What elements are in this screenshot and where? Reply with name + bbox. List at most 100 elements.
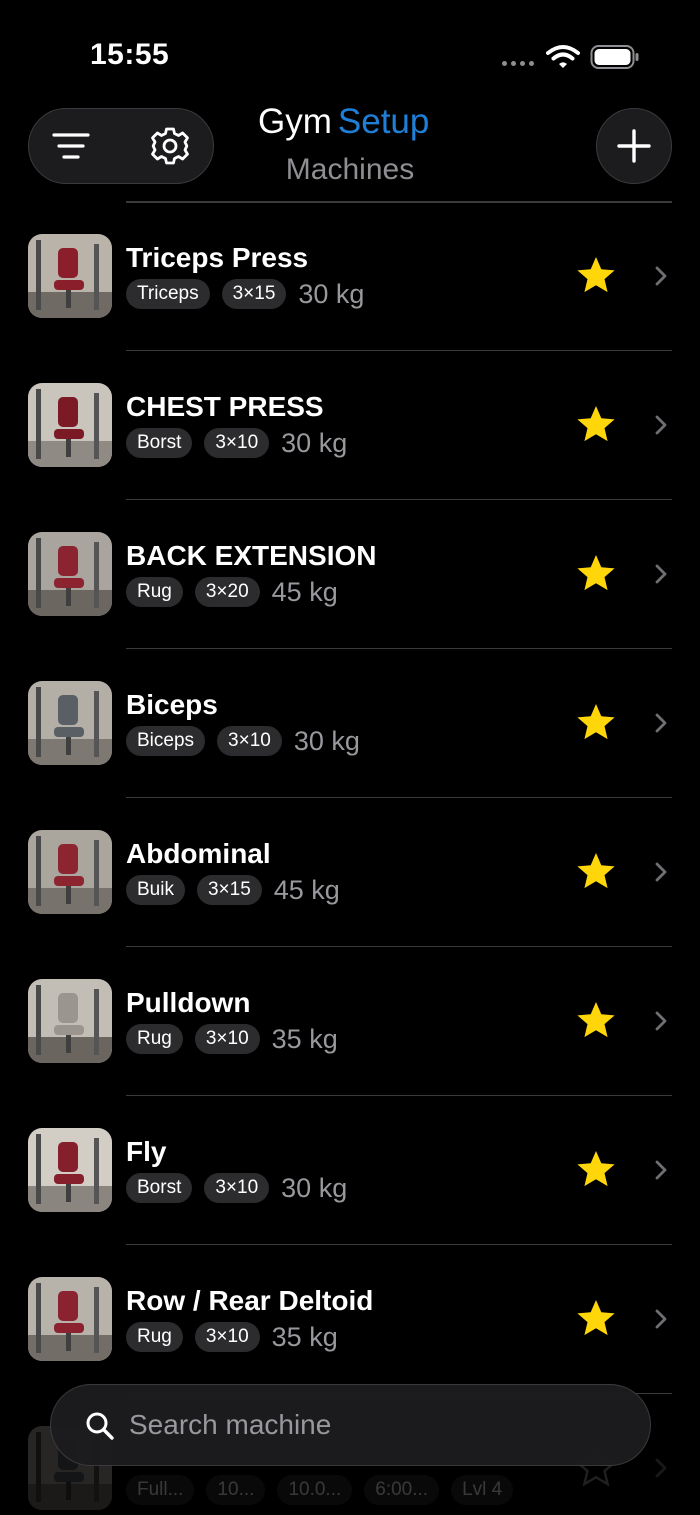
machine-weight: 45 kg [271, 576, 338, 607]
machine-photo [28, 383, 112, 467]
machine-name: Biceps [126, 689, 218, 720]
machine-row[interactable]: CHEST PRESS Borst 3×10 30 kg [0, 351, 700, 500]
plus-icon [617, 129, 651, 163]
machine-row[interactable]: Triceps Press Triceps 3×15 30 kg [0, 202, 700, 351]
info-chip: Full... [126, 1475, 195, 1505]
machine-thumbnail [28, 383, 112, 467]
machine-weight: 35 kg [271, 1321, 338, 1352]
machine-row[interactable]: Pulldown Rug 3×10 35 kg [0, 947, 700, 1096]
app-title-part2: Setup [337, 102, 430, 141]
search-bar[interactable] [50, 1384, 651, 1466]
machine-thumbnail [28, 532, 112, 616]
machine-weight: 30 kg [281, 427, 348, 458]
machine-thumbnail [28, 1128, 112, 1212]
search-input[interactable] [129, 1403, 609, 1447]
star-icon[interactable] [574, 701, 618, 745]
chevron-right-icon [655, 1309, 667, 1329]
machine-name: Abdominal [126, 838, 271, 869]
category-chip: Biceps [126, 726, 206, 756]
sets-chip: 3×10 [204, 1173, 270, 1203]
wifi-icon [546, 45, 580, 68]
info-chip: 6:00... [364, 1475, 440, 1505]
search-icon [86, 1412, 114, 1440]
star-icon[interactable] [574, 552, 618, 596]
machine-thumbnail [28, 830, 112, 914]
machine-meta: Buik 3×15 45 kg [126, 874, 340, 906]
sets-chip: 3×10 [217, 726, 282, 756]
category-chip: Rug [126, 1024, 183, 1054]
machine-name: Fly [126, 1136, 167, 1167]
app-title: Gym Setup [258, 100, 448, 144]
category-chip: Borst [126, 428, 193, 458]
machine-name: BACK EXTENSION [126, 540, 377, 571]
star-icon[interactable] [574, 254, 618, 298]
machine-photo [28, 979, 112, 1063]
machine-meta: Rug 3×10 35 kg [126, 1321, 338, 1353]
status-bar: 15:55 [0, 0, 700, 100]
machine-photo [28, 681, 112, 765]
machine-meta: Rug 3×10 35 kg [126, 1023, 338, 1055]
machine-thumbnail [28, 234, 112, 318]
machine-weight: 30 kg [293, 725, 360, 756]
chevron-right-icon [655, 862, 667, 882]
machine-photo [28, 532, 112, 616]
machine-thumbnail [28, 979, 112, 1063]
filter-lines-icon[interactable] [52, 130, 90, 162]
add-machine-button[interactable] [596, 108, 672, 184]
machine-meta: Borst 3×10 30 kg [126, 427, 347, 459]
info-chip: 10.0... [277, 1475, 353, 1505]
status-time: 15:55 [90, 38, 170, 71]
star-icon[interactable] [574, 403, 618, 447]
info-chip: 10... [206, 1475, 266, 1505]
machine-photo [28, 1128, 112, 1212]
star-icon[interactable] [574, 1297, 618, 1341]
chevron-right-icon [655, 713, 667, 733]
machine-name: CHEST PRESS [126, 391, 324, 422]
machine-row[interactable]: Biceps Biceps 3×10 30 kg [0, 649, 700, 798]
machine-row[interactable]: BACK EXTENSION Rug 3×20 45 kg [0, 500, 700, 649]
sets-chip: 3×15 [196, 875, 262, 905]
machine-thumbnail [28, 681, 112, 765]
machine-row[interactable]: Abdominal Buik 3×15 45 kg [0, 798, 700, 947]
battery-icon [590, 45, 639, 69]
sets-chip: 3×10 [194, 1024, 260, 1054]
category-chip: Buik [126, 875, 185, 905]
machine-meta: Borst 3×10 30 kg [126, 1172, 347, 1204]
machine-weight: 30 kg [281, 1172, 348, 1203]
sets-chip: 3×15 [221, 279, 287, 309]
machine-name: Row / Rear Deltoid [126, 1285, 374, 1316]
category-chip: Rug [126, 577, 183, 607]
machines-screen: 15:55 Gym Setup Machines Triceps Press T… [0, 0, 700, 1515]
star-icon[interactable] [574, 1148, 618, 1192]
category-chip: Triceps [126, 279, 210, 309]
machine-weight: 35 kg [271, 1023, 338, 1054]
page-title: Machines [285, 153, 415, 186]
chevron-right-icon [655, 1458, 667, 1478]
machine-list: Triceps Press Triceps 3×15 30 kg CHEST PRESS… [0, 202, 700, 1515]
chevron-right-icon [655, 415, 667, 435]
app-title-part1: Gym [258, 102, 332, 141]
machine-weight: 45 kg [273, 874, 340, 905]
machine-meta: Rug 3×20 45 kg [126, 576, 338, 608]
machine-name: Triceps Press [126, 242, 309, 273]
chevron-right-icon [655, 266, 667, 286]
chevron-right-icon [655, 564, 667, 584]
sets-chip: 3×10 [194, 1322, 260, 1352]
machine-name: Pulldown [126, 987, 251, 1018]
machine-photo [28, 1277, 112, 1361]
machine-meta: Biceps 3×10 30 kg [126, 725, 360, 757]
machine-photo [28, 234, 112, 318]
machine-meta: Triceps 3×15 30 kg [126, 278, 364, 310]
chevron-right-icon [655, 1160, 667, 1180]
machine-row[interactable]: Fly Borst 3×10 30 kg [0, 1096, 700, 1245]
machine-meta: Full... 10... 10.0... 6:00... Lvl 4 [126, 1474, 514, 1506]
star-icon[interactable] [574, 999, 618, 1043]
gear-icon[interactable] [148, 124, 192, 168]
sets-chip: 3×10 [204, 428, 270, 458]
category-chip: Borst [126, 1173, 193, 1203]
machine-photo [28, 830, 112, 914]
star-icon[interactable] [574, 850, 618, 894]
machine-thumbnail [28, 1277, 112, 1361]
machine-row[interactable]: Row / Rear Deltoid Rug 3×10 35 kg [0, 1245, 700, 1394]
machine-weight: 30 kg [298, 278, 365, 309]
